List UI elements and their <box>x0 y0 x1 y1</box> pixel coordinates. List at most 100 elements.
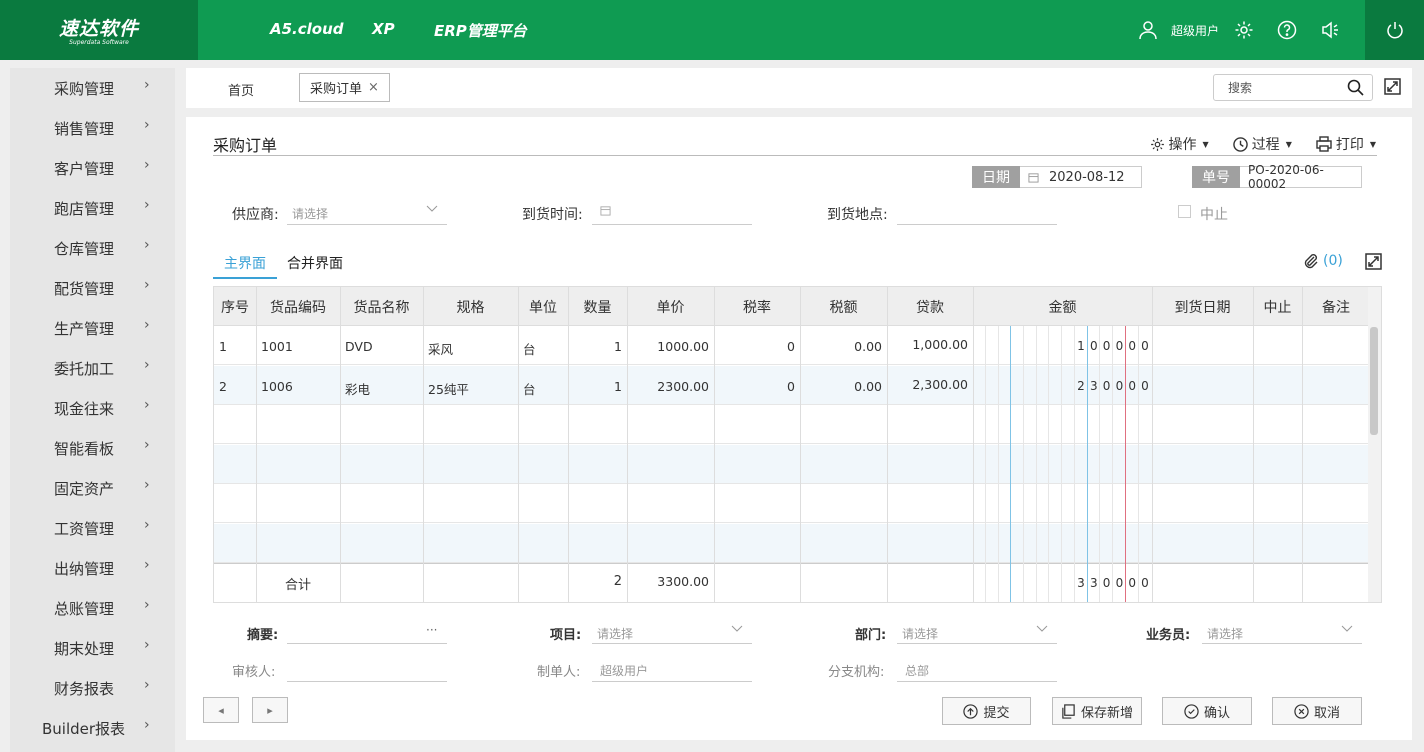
staff-select[interactable]: 请选择 <box>1207 625 1243 642</box>
sidebar-item[interactable]: 出纳管理 › <box>10 548 175 588</box>
confirm-button[interactable]: 确认 <box>1162 697 1252 725</box>
save-new-button[interactable]: 保存新增 <box>1052 697 1142 725</box>
supplier-select[interactable]: 请选择 <box>292 205 328 222</box>
amount-digit-divider <box>1010 326 1011 602</box>
sidebar-item[interactable]: 财务报表 › <box>10 668 175 708</box>
search-placeholder: 搜索 <box>1228 81 1253 95</box>
tab-merge[interactable]: 合并界面 <box>287 253 343 273</box>
cell-unit: 台 <box>523 342 536 357</box>
project-select[interactable]: 请选择 <box>597 625 633 642</box>
cell-no: 2 <box>219 378 227 394</box>
chevron-down-icon[interactable] <box>731 625 743 636</box>
process-menu[interactable]: 过程 ▼ <box>1232 134 1292 154</box>
sidebar-item-label: 固定资产 <box>54 479 115 498</box>
topnav-erp[interactable]: ERP管理平台 <box>434 20 527 41</box>
total-price: 3300.00 <box>657 574 709 589</box>
maker-label: 制单人: <box>537 665 581 680</box>
sidebar-item[interactable]: 智能看板 › <box>10 428 175 468</box>
tab-label: 采购订单 <box>310 82 363 97</box>
table-row[interactable] <box>214 484 1370 523</box>
clock-icon <box>1232 136 1248 152</box>
tab-main[interactable]: 主界面 <box>213 253 277 279</box>
user-icon[interactable] <box>1137 19 1159 41</box>
sidebar-item[interactable]: 期末处理 › <box>10 628 175 668</box>
sidebar-item[interactable]: 客户管理 › <box>10 148 175 188</box>
attachment-button[interactable]: (0) <box>1303 253 1343 269</box>
chevron-right-icon: › <box>144 637 150 653</box>
amount-digit-divider <box>1074 326 1075 602</box>
cell-qty: 1 <box>614 378 622 394</box>
tab-purchase-order[interactable]: 采购订单 × <box>299 73 390 102</box>
cell-code: 1006 <box>261 378 293 394</box>
gear-icon[interactable] <box>1233 19 1255 41</box>
submit-button[interactable]: 提交 <box>942 697 1031 725</box>
scrollbar-thumb[interactable] <box>1370 327 1378 435</box>
date-field[interactable]: 日期 2020-08-12 <box>972 166 1142 188</box>
help-icon[interactable] <box>1276 19 1298 41</box>
expand-grid-icon[interactable] <box>1365 253 1382 274</box>
chevron-down-icon[interactable] <box>1341 625 1353 636</box>
table-row[interactable] <box>214 444 1370 484</box>
cell-loan: 2,300.00 <box>912 376 968 392</box>
search-icon[interactable] <box>1347 79 1364 99</box>
power-icon[interactable] <box>1365 0 1424 60</box>
print-menu[interactable]: 打印 ▼ <box>1316 134 1376 154</box>
ops-menu[interactable]: 操作 ▼ <box>1150 134 1209 154</box>
table-row[interactable] <box>214 523 1370 563</box>
table-row[interactable] <box>214 405 1370 444</box>
stop-checkbox[interactable] <box>1178 205 1191 218</box>
sidebar-item[interactable]: 仓库管理 › <box>10 228 175 268</box>
brand-logo[interactable]: 速达软件 Superdata Software <box>0 0 198 60</box>
sidebar-item[interactable]: 总账管理 › <box>10 588 175 628</box>
copy-icon <box>1062 703 1075 719</box>
sidebar-item[interactable]: 委托加工 › <box>10 348 175 388</box>
grid-col-divider <box>1152 287 1153 602</box>
arrive-time-input[interactable] <box>592 224 752 225</box>
maker-value: 超级用户 <box>600 664 649 678</box>
arrive-place-input[interactable] <box>897 224 1057 225</box>
amount-digit: 0 <box>1128 378 1136 393</box>
upload-icon <box>963 703 979 719</box>
grid-col-divider <box>568 287 569 602</box>
chevron-down-icon[interactable] <box>426 205 438 216</box>
fullscreen-icon[interactable] <box>1384 78 1401 99</box>
dept-select[interactable]: 请选择 <box>902 625 938 642</box>
chevron-down-icon[interactable] <box>1036 625 1048 636</box>
sidebar-item[interactable]: 销售管理 › <box>10 108 175 148</box>
topnav-xp[interactable]: XP <box>372 20 434 41</box>
sidebar-item-label: 总账管理 <box>54 599 115 618</box>
sidebar-item[interactable]: Builder报表 › <box>10 708 175 748</box>
speaker-icon[interactable] <box>1319 19 1341 41</box>
confirm-label: 确认 <box>1203 705 1230 721</box>
sidebar-item[interactable]: 采购管理 › <box>10 68 175 108</box>
sidebar-item[interactable]: 固定资产 › <box>10 468 175 508</box>
ops-label: 操作 <box>1168 137 1197 153</box>
summary-input[interactable] <box>287 643 447 644</box>
sidebar-item-label: 仓库管理 <box>54 239 115 258</box>
next-button[interactable]: ▸ <box>252 697 288 723</box>
tab-home[interactable]: 首页 <box>228 80 254 99</box>
search-input[interactable]: 搜索 <box>1213 74 1373 101</box>
amount-digit-divider <box>1138 326 1139 602</box>
topnav-cloud[interactable]: A5.cloud <box>270 20 372 41</box>
sidebar: 采购管理 › 销售管理 › 客户管理 › 跑店管理 › 仓库管理 › 配货管理 › 生产管理 › 委托加工 ›… <box>10 68 175 752</box>
order-no-label: 单号 <box>1192 166 1240 188</box>
sidebar-item[interactable]: 生产管理 › <box>10 308 175 348</box>
user-name[interactable]: 超级用户 <box>1171 22 1219 39</box>
sidebar-item-label: 跑店管理 <box>54 199 115 218</box>
sidebar-item[interactable]: 跑店管理 › <box>10 188 175 228</box>
sidebar-item[interactable]: 现金往来 › <box>10 388 175 428</box>
process-label: 过程 <box>1251 137 1280 153</box>
prev-button[interactable]: ◂ <box>203 697 239 723</box>
print-label: 打印 <box>1335 137 1364 153</box>
summary-more[interactable]: ··· <box>426 623 437 637</box>
cancel-button[interactable]: 取消 <box>1272 697 1362 725</box>
sidebar-item-label: 出纳管理 <box>54 559 115 578</box>
sidebar-item[interactable]: 工资管理 › <box>10 508 175 548</box>
chevron-right-icon: › <box>144 117 150 133</box>
grid-scrollbar[interactable] <box>1368 287 1381 602</box>
sidebar-item[interactable]: 配货管理 › <box>10 268 175 308</box>
calendar-icon[interactable] <box>600 205 611 219</box>
close-icon[interactable]: × <box>368 80 379 95</box>
caret-down-icon: ▼ <box>1285 139 1292 149</box>
